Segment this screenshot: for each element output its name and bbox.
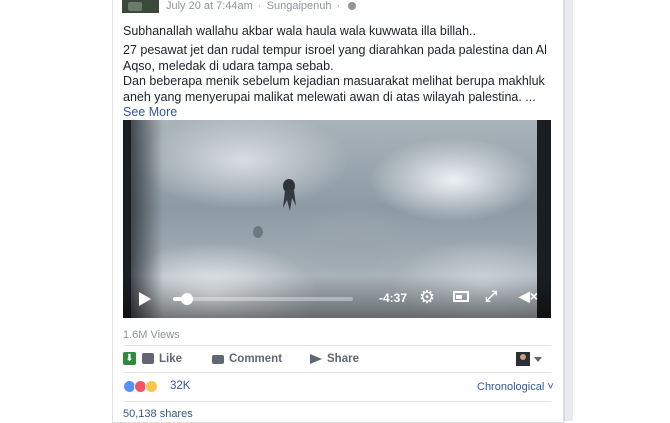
poster-avatar[interactable]: [122, 0, 159, 13]
view-count: 1.6M Views: [123, 329, 180, 341]
post-text-line-1: Subhanallah wallahu akbar wala haula wal…: [123, 24, 476, 38]
video-player[interactable]: -4:37 ⚙ ⤢ ◀×: [123, 120, 551, 318]
pip-inner-box: [456, 295, 462, 299]
meta-separator-2: ·: [336, 0, 341, 12]
see-more-link[interactable]: See More: [123, 105, 177, 119]
reactions-count[interactable]: 32K: [170, 380, 190, 392]
flying-figure: [283, 179, 296, 211]
divider: [123, 372, 551, 373]
post-text-body: 27 pesawat jet dan rudal tempur isroel y…: [123, 43, 553, 121]
like-button[interactable]: Like: [142, 352, 182, 366]
picture-in-picture-icon[interactable]: [453, 291, 469, 302]
comment-sort-dropdown[interactable]: Chronological ˅: [477, 381, 554, 393]
download-icon[interactable]: ⬇: [123, 352, 136, 365]
play-icon[interactable]: [139, 292, 151, 306]
comment-button[interactable]: Comment: [212, 352, 282, 366]
thumbs-up-icon: [142, 353, 154, 364]
sort-caret-icon: ˅: [547, 381, 554, 393]
post-timestamp[interactable]: July 20 at 7:44am: [166, 0, 253, 12]
share-label: Share: [327, 353, 359, 365]
wow-reaction-icon[interactable]: [145, 380, 158, 393]
progress-track[interactable]: [173, 293, 353, 305]
avatar-image: [128, 2, 142, 11]
time-remaining: -4:37: [379, 291, 408, 305]
mute-icon[interactable]: ◀×: [519, 289, 538, 303]
post-meta: July 20 at 7:44am · Sungaipenuh ·: [166, 0, 357, 13]
comment-icon: [212, 355, 224, 364]
meta-separator: ·: [257, 0, 262, 12]
distant-figure: [253, 226, 263, 238]
divider: [123, 345, 551, 346]
share-button[interactable]: Share: [310, 352, 359, 366]
post-body-text: 27 pesawat jet dan rudal tempur isroel y…: [123, 43, 547, 104]
like-label: Like: [159, 353, 183, 365]
comment-label: Comment: [229, 353, 283, 365]
share-arrow-icon: [310, 354, 322, 364]
fullscreen-icon[interactable]: ⤢: [485, 289, 497, 304]
page-avatar[interactable]: [516, 352, 530, 366]
post-location[interactable]: Sungaipenuh: [267, 0, 332, 12]
right-scroll-gutter: [564, 0, 573, 421]
progress-thumb[interactable]: [181, 293, 194, 305]
share-count[interactable]: 50,138 shares: [123, 408, 193, 420]
chevron-down-icon[interactable]: [534, 357, 542, 362]
globe-icon[interactable]: [348, 2, 357, 10]
divider: [123, 401, 551, 402]
video-controls: -4:37 ⚙ ⤢ ◀×: [123, 276, 551, 318]
gear-icon[interactable]: ⚙: [419, 288, 435, 306]
sort-label: Chronological: [477, 381, 545, 393]
page-avatar-face: [520, 354, 526, 360]
